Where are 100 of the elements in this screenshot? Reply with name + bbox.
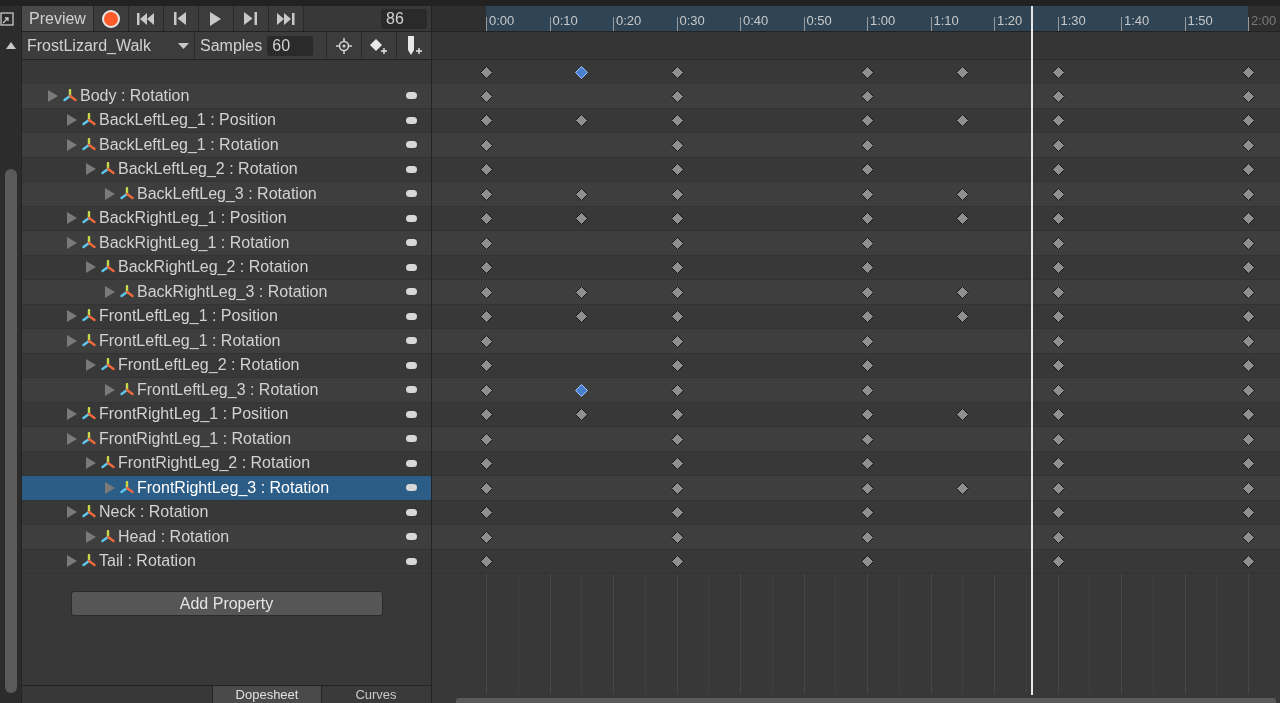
keyframe-diamond[interactable]: [575, 114, 588, 128]
keyframe-diamond[interactable]: [956, 66, 969, 79]
frame-field[interactable]: 86: [381, 8, 427, 29]
keyframe-diamond[interactable]: [671, 310, 684, 324]
keyframe-diamond[interactable]: [480, 457, 493, 471]
keyframe-diamond[interactable]: [861, 359, 874, 373]
keyframe-diamond[interactable]: [671, 163, 684, 177]
keyframe-diamond[interactable]: [1242, 457, 1255, 471]
keyframe-diamond[interactable]: [861, 261, 874, 275]
keyframe-diamond[interactable]: [861, 334, 874, 348]
record-button[interactable]: [93, 6, 129, 31]
keyframe-diamond[interactable]: [861, 457, 874, 471]
keyframe-diamond[interactable]: [1052, 138, 1065, 152]
keyframe-diamond[interactable]: [480, 285, 493, 299]
window-icon[interactable]: [0, 12, 14, 26]
keyframe-diamond[interactable]: [1242, 163, 1255, 177]
preview-button[interactable]: Preview: [22, 6, 94, 31]
keyframe-diamond[interactable]: [1242, 530, 1255, 544]
view-tab[interactable]: Dopesheet: [212, 686, 321, 703]
keyframe-diamond[interactable]: [671, 359, 684, 373]
expand-arrow-icon[interactable]: [105, 285, 115, 298]
keyframe-diamond[interactable]: [1242, 359, 1255, 373]
keyframe-diamond[interactable]: [861, 236, 874, 250]
keyframe-diamond[interactable]: [1052, 114, 1065, 128]
keyframe-diamond[interactable]: [1052, 163, 1065, 177]
keyframe-diamond[interactable]: [1052, 212, 1065, 226]
keyframe-diamond[interactable]: [956, 408, 969, 422]
expand-arrow-icon[interactable]: [105, 383, 115, 396]
keyframe-diamond[interactable]: [480, 432, 493, 446]
keyframe-diamond[interactable]: [1052, 359, 1065, 373]
keyframe-diamond[interactable]: [1052, 236, 1065, 250]
keyframe-diamond[interactable]: [1052, 506, 1065, 520]
keyframe-diamond[interactable]: [1242, 138, 1255, 152]
playhead-line[interactable]: [1031, 6, 1034, 695]
keyframe-diamond[interactable]: [861, 89, 874, 103]
property-row[interactable]: FrontRightLeg_1 : Rotation: [22, 427, 431, 452]
keyframe-diamond[interactable]: [671, 89, 684, 103]
keyframe-diamond[interactable]: [861, 383, 874, 397]
expand-arrow-icon[interactable]: [67, 432, 77, 445]
keyframe-diamond[interactable]: [480, 261, 493, 275]
keyframe-diamond[interactable]: [671, 236, 684, 250]
keyframe-diamond[interactable]: [956, 285, 969, 299]
expand-arrow-icon[interactable]: [86, 530, 96, 543]
keyframe-diamond[interactable]: [575, 187, 588, 201]
keyframe-diamond[interactable]: [1242, 481, 1255, 495]
expand-arrow-icon[interactable]: [86, 163, 96, 176]
keyframe-diamond[interactable]: [861, 114, 874, 128]
time-ruler[interactable]: 0:00 0:10 0:20 0:30 0:40 0:50 1:00 1:10 1:20 1:30 1:40 1:50 2:00: [432, 6, 1280, 32]
keyframe-diamond[interactable]: [480, 66, 493, 79]
add-property-button[interactable]: Add Property: [70, 591, 383, 616]
keyframe-diamond[interactable]: [480, 163, 493, 177]
keyframe-diamond[interactable]: [671, 212, 684, 226]
keyframe-diamond[interactable]: [861, 187, 874, 201]
scroll-up-icon[interactable]: [5, 42, 16, 49]
keyframe-diamond[interactable]: [671, 285, 684, 299]
horizontal-scrollbar[interactable]: [456, 698, 1276, 703]
keyframe-diamond[interactable]: [1052, 555, 1065, 569]
keyframe-diamond[interactable]: [1242, 310, 1255, 324]
property-row[interactable]: BackLeftLeg_1 : Rotation: [22, 133, 431, 158]
play-button[interactable]: [198, 6, 234, 31]
keyframe-diamond[interactable]: [575, 310, 588, 324]
keyframe-diamond[interactable]: [480, 187, 493, 201]
keyframe-diamond[interactable]: [1242, 408, 1255, 422]
keyframe-diamond[interactable]: [480, 481, 493, 495]
keyframe-diamond[interactable]: [1052, 481, 1065, 495]
keyframe-diamond[interactable]: [480, 359, 493, 373]
keyframe-diamond[interactable]: [861, 138, 874, 152]
keyframe-diamond[interactable]: [1052, 383, 1065, 397]
keyframe-diamond[interactable]: [480, 236, 493, 250]
property-row[interactable]: FrontRightLeg_3 : Rotation: [22, 476, 431, 501]
expand-arrow-icon[interactable]: [67, 236, 77, 249]
keyframe-diamond[interactable]: [1052, 261, 1065, 275]
keyframe-diamond[interactable]: [671, 334, 684, 348]
keyframe-diamond[interactable]: [671, 555, 684, 569]
keyframe-diamond[interactable]: [671, 506, 684, 520]
expand-arrow-icon[interactable]: [105, 187, 115, 200]
expand-arrow-icon[interactable]: [67, 408, 77, 421]
keyframe-diamond[interactable]: [671, 66, 684, 79]
keyframe-diamond[interactable]: [575, 212, 588, 226]
keyframe-diamond[interactable]: [480, 89, 493, 103]
property-row[interactable]: FrontLeftLeg_3 : Rotation: [22, 378, 431, 403]
keyframe-diamond[interactable]: [480, 138, 493, 152]
keyframe-diamond[interactable]: [1242, 89, 1255, 103]
keyframe-diamond[interactable]: [1242, 383, 1255, 397]
keyframe-diamond[interactable]: [480, 555, 493, 569]
expand-arrow-icon[interactable]: [67, 138, 77, 151]
clip-dropdown[interactable]: FrostLizard_Walk: [22, 32, 195, 59]
keyframe-diamond[interactable]: [1242, 212, 1255, 226]
keyframe-diamond[interactable]: [1242, 66, 1255, 79]
keyframe-diamond[interactable]: [1242, 261, 1255, 275]
keyframe-diamond[interactable]: [1052, 334, 1065, 348]
keyframe-diamond[interactable]: [1242, 506, 1255, 520]
keyframe-diamond[interactable]: [1242, 555, 1255, 569]
expand-arrow-icon[interactable]: [67, 506, 77, 519]
property-row[interactable]: BackRightLeg_1 : Rotation: [22, 231, 431, 256]
keyframe-diamond[interactable]: [1242, 114, 1255, 128]
expand-arrow-icon[interactable]: [67, 555, 77, 568]
keyframe-diamond[interactable]: [861, 506, 874, 520]
keyframe-diamond[interactable]: [861, 530, 874, 544]
keyframe-diamond[interactable]: [861, 310, 874, 324]
